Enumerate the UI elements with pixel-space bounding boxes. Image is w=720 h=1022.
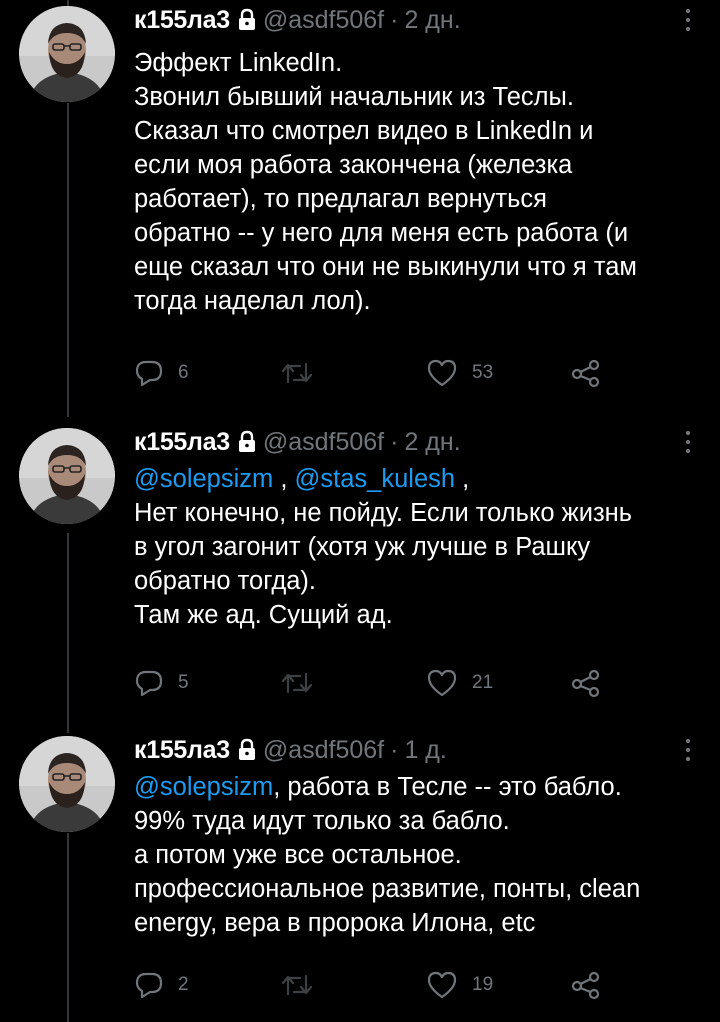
mention-line: @solepsizm , @stas_kulesh , xyxy=(134,462,696,496)
tweet-line: обратно -- у него для меня есть работа (… xyxy=(134,219,629,247)
tweet-line: energy, вера в пророка Илона, etc xyxy=(134,909,536,937)
reply-count: 2 xyxy=(178,974,189,995)
reply-icon xyxy=(134,970,164,1000)
lock-icon xyxy=(237,8,257,32)
reply-button[interactable]: 2 xyxy=(134,968,189,1002)
tweet-text: @solepsizm , @stas_kulesh , Нет конечно,… xyxy=(134,462,696,632)
tweet-line: тогда наделал лол). xyxy=(134,287,371,315)
share-icon xyxy=(570,358,602,388)
timestamp[interactable]: 2 дн. xyxy=(404,6,460,35)
reply-button[interactable]: 6 xyxy=(134,356,189,390)
tweet-actions: 6 53 xyxy=(134,356,614,390)
like-icon xyxy=(426,358,458,388)
tweet-line: обратно тогда). xyxy=(134,567,316,595)
mention-separator: , xyxy=(455,465,470,493)
like-icon xyxy=(426,668,458,698)
reply-count: 6 xyxy=(178,362,189,383)
tweet[interactable]: к155ла3 @asdf506f · 2 дн. @solepsizm , @… xyxy=(0,420,720,730)
tweet-text: @solepsizm, работа в Тесле -- это бабло.… xyxy=(134,770,696,940)
retweet-icon xyxy=(280,358,314,388)
tweet-line: а потом уже все остальное. xyxy=(134,841,462,869)
handle[interactable]: @asdf506f xyxy=(263,6,384,35)
lock-icon xyxy=(237,738,257,762)
tweet-line: Сказал что смотрел видео в LinkedIn и xyxy=(134,117,594,145)
tweet-header: к155ла3 @asdf506f · 2 дн. xyxy=(134,422,700,462)
tweet-actions: 2 19 xyxy=(134,968,614,1002)
mention-separator: , xyxy=(273,465,295,493)
separator: · xyxy=(390,5,399,34)
avatar[interactable] xyxy=(19,6,115,102)
mention-link[interactable]: @solepsizm xyxy=(134,773,273,801)
display-name[interactable]: к155ла3 xyxy=(134,736,230,765)
lock-icon xyxy=(237,430,257,454)
mention-line: @solepsizm, работа в Тесле -- это бабло. xyxy=(134,770,696,804)
tweet-header: к155ла3 @asdf506f · 1 д. xyxy=(134,730,700,770)
separator: · xyxy=(390,735,399,764)
reply-icon xyxy=(134,668,164,698)
like-icon xyxy=(426,970,458,1000)
retweet-icon xyxy=(280,970,314,1000)
tweet-actions: 5 21 xyxy=(134,666,614,700)
handle[interactable]: @asdf506f xyxy=(263,428,384,457)
like-button[interactable]: 21 xyxy=(426,666,493,700)
like-button[interactable]: 19 xyxy=(426,968,493,1002)
share-icon xyxy=(570,970,602,1000)
tweet-line: Звонил бывший начальник из Теслы. xyxy=(134,83,574,111)
share-button[interactable] xyxy=(570,356,602,390)
like-count: 19 xyxy=(472,974,494,995)
reply-button[interactable]: 5 xyxy=(134,666,189,700)
mention-link[interactable]: @solepsizm xyxy=(134,465,273,493)
more-icon[interactable] xyxy=(678,428,698,456)
tweet-line: еще сказал что они не выкинули что я там xyxy=(134,253,637,281)
display-name[interactable]: к155ла3 xyxy=(134,6,230,35)
mention-link[interactable]: @stas_kulesh xyxy=(295,465,456,493)
tweet[interactable]: к155ла3 @asdf506f · 2 дн. Эффект LinkedI… xyxy=(0,0,720,420)
tweet-header: к155ла3 @asdf506f · 2 дн. xyxy=(134,0,700,40)
tweet-line: 99% туда идут только за бабло. xyxy=(134,807,510,835)
retweet-button[interactable] xyxy=(280,356,314,390)
timestamp[interactable]: 2 дн. xyxy=(404,428,460,457)
share-button[interactable] xyxy=(570,666,602,700)
like-button[interactable]: 53 xyxy=(426,356,493,390)
tweet-line: Нет конечно, не пойду. Если только жизнь xyxy=(134,499,633,527)
reply-count: 5 xyxy=(178,672,189,693)
tweet-line-rest: , работа в Тесле -- это бабло. xyxy=(273,773,622,801)
tweet-line: профессиональное развитие, понты, clean xyxy=(134,875,641,903)
reply-icon xyxy=(134,358,164,388)
more-icon[interactable] xyxy=(678,6,698,34)
tweet-line: Там же ад. Сущий ад. xyxy=(134,601,393,629)
timestamp[interactable]: 1 д. xyxy=(404,736,446,765)
separator: · xyxy=(390,427,399,456)
tweet-line: Эффект LinkedIn. xyxy=(134,49,343,77)
tweet-line: если моя работа закончена (железка xyxy=(134,151,573,179)
like-count: 53 xyxy=(472,362,494,383)
more-icon[interactable] xyxy=(678,736,698,764)
handle[interactable]: @asdf506f xyxy=(263,736,384,765)
avatar[interactable] xyxy=(19,736,115,832)
tweet-text: Эффект LinkedIn. Звонил бывший начальник… xyxy=(134,46,696,318)
share-icon xyxy=(570,668,602,698)
retweet-button[interactable] xyxy=(280,666,314,700)
tweet-line: в угол загонит (хотя уж лучше в Рашку xyxy=(134,533,591,561)
tweet[interactable]: к155ла3 @asdf506f · 1 д. @solepsizm, раб… xyxy=(0,728,720,1022)
like-count: 21 xyxy=(472,672,494,693)
display-name[interactable]: к155ла3 xyxy=(134,428,230,457)
retweet-button[interactable] xyxy=(280,968,314,1002)
retweet-icon xyxy=(280,668,314,698)
tweet-line: работает), то предлагал вернуться xyxy=(134,185,547,213)
avatar[interactable] xyxy=(19,428,115,524)
share-button[interactable] xyxy=(570,968,602,1002)
